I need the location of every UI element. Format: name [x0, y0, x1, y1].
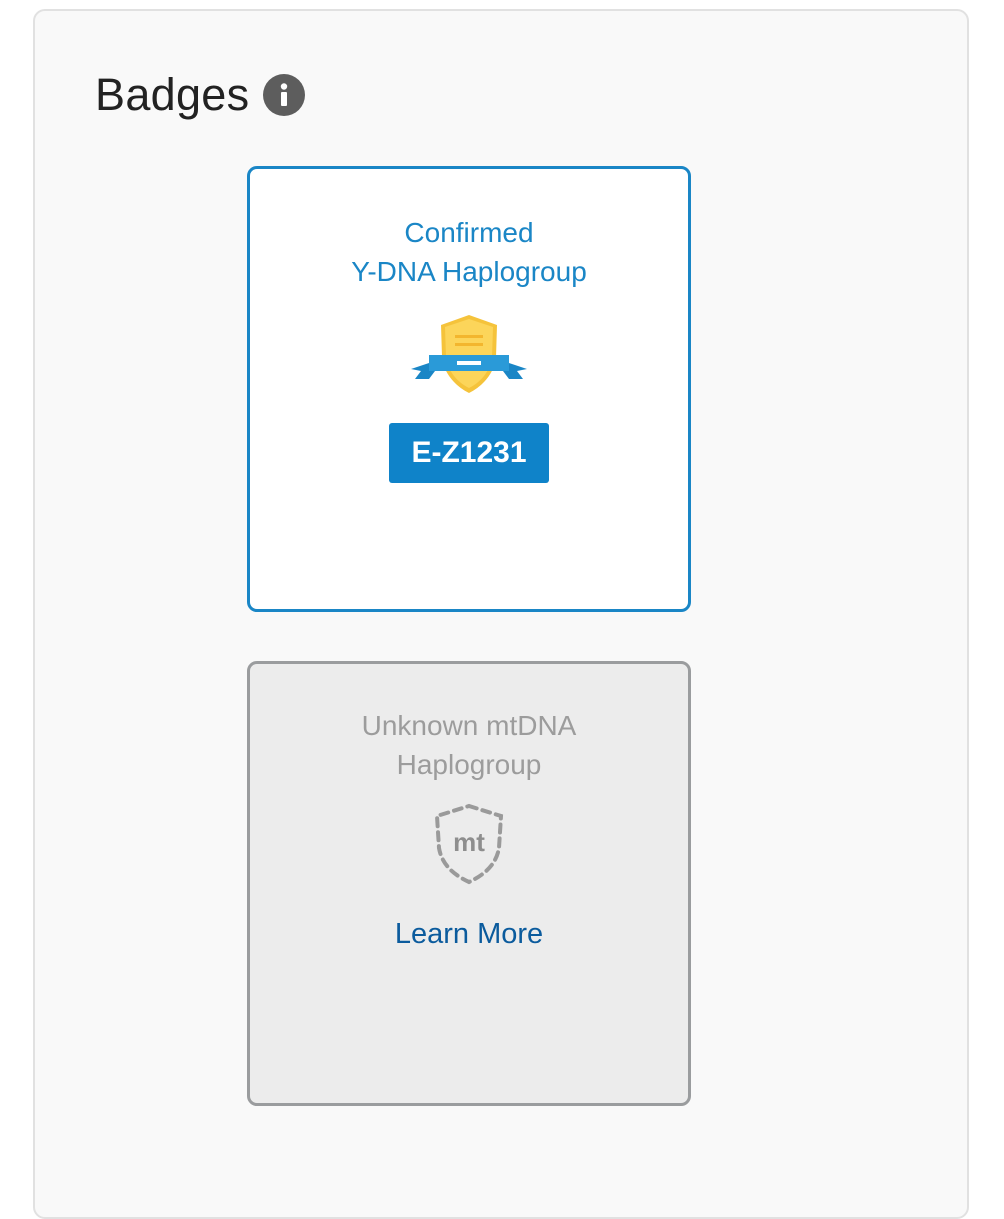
badge-title: Confirmed Y-DNA Haplogroup: [250, 213, 688, 291]
badge-title-line2: Haplogroup: [396, 749, 542, 780]
info-icon[interactable]: [263, 74, 306, 116]
haplogroup-button[interactable]: E-Z1231: [389, 423, 549, 483]
confirmed-ydna-badge: Confirmed Y-DNA Haplogroup E-Z1231: [247, 166, 691, 612]
panel-header: Badges: [95, 69, 306, 121]
badge-title-line1: Confirmed: [404, 217, 534, 248]
dashed-shield-icon: mt: [434, 803, 504, 885]
panel-title: Badges: [95, 69, 250, 120]
badge-title-line2: Y-DNA Haplogroup: [351, 256, 587, 287]
badge-title-line1: Unknown mtDNA: [361, 710, 577, 741]
badge-title: Unknown mtDNA Haplogroup: [250, 706, 688, 784]
learn-more-link[interactable]: Learn More: [395, 918, 543, 951]
gold-shield-ribbon-icon: [411, 315, 527, 393]
unknown-mtdna-badge: Unknown mtDNA Haplogroup mt Learn More: [247, 661, 691, 1106]
shield-icon-text: mt: [453, 827, 485, 857]
